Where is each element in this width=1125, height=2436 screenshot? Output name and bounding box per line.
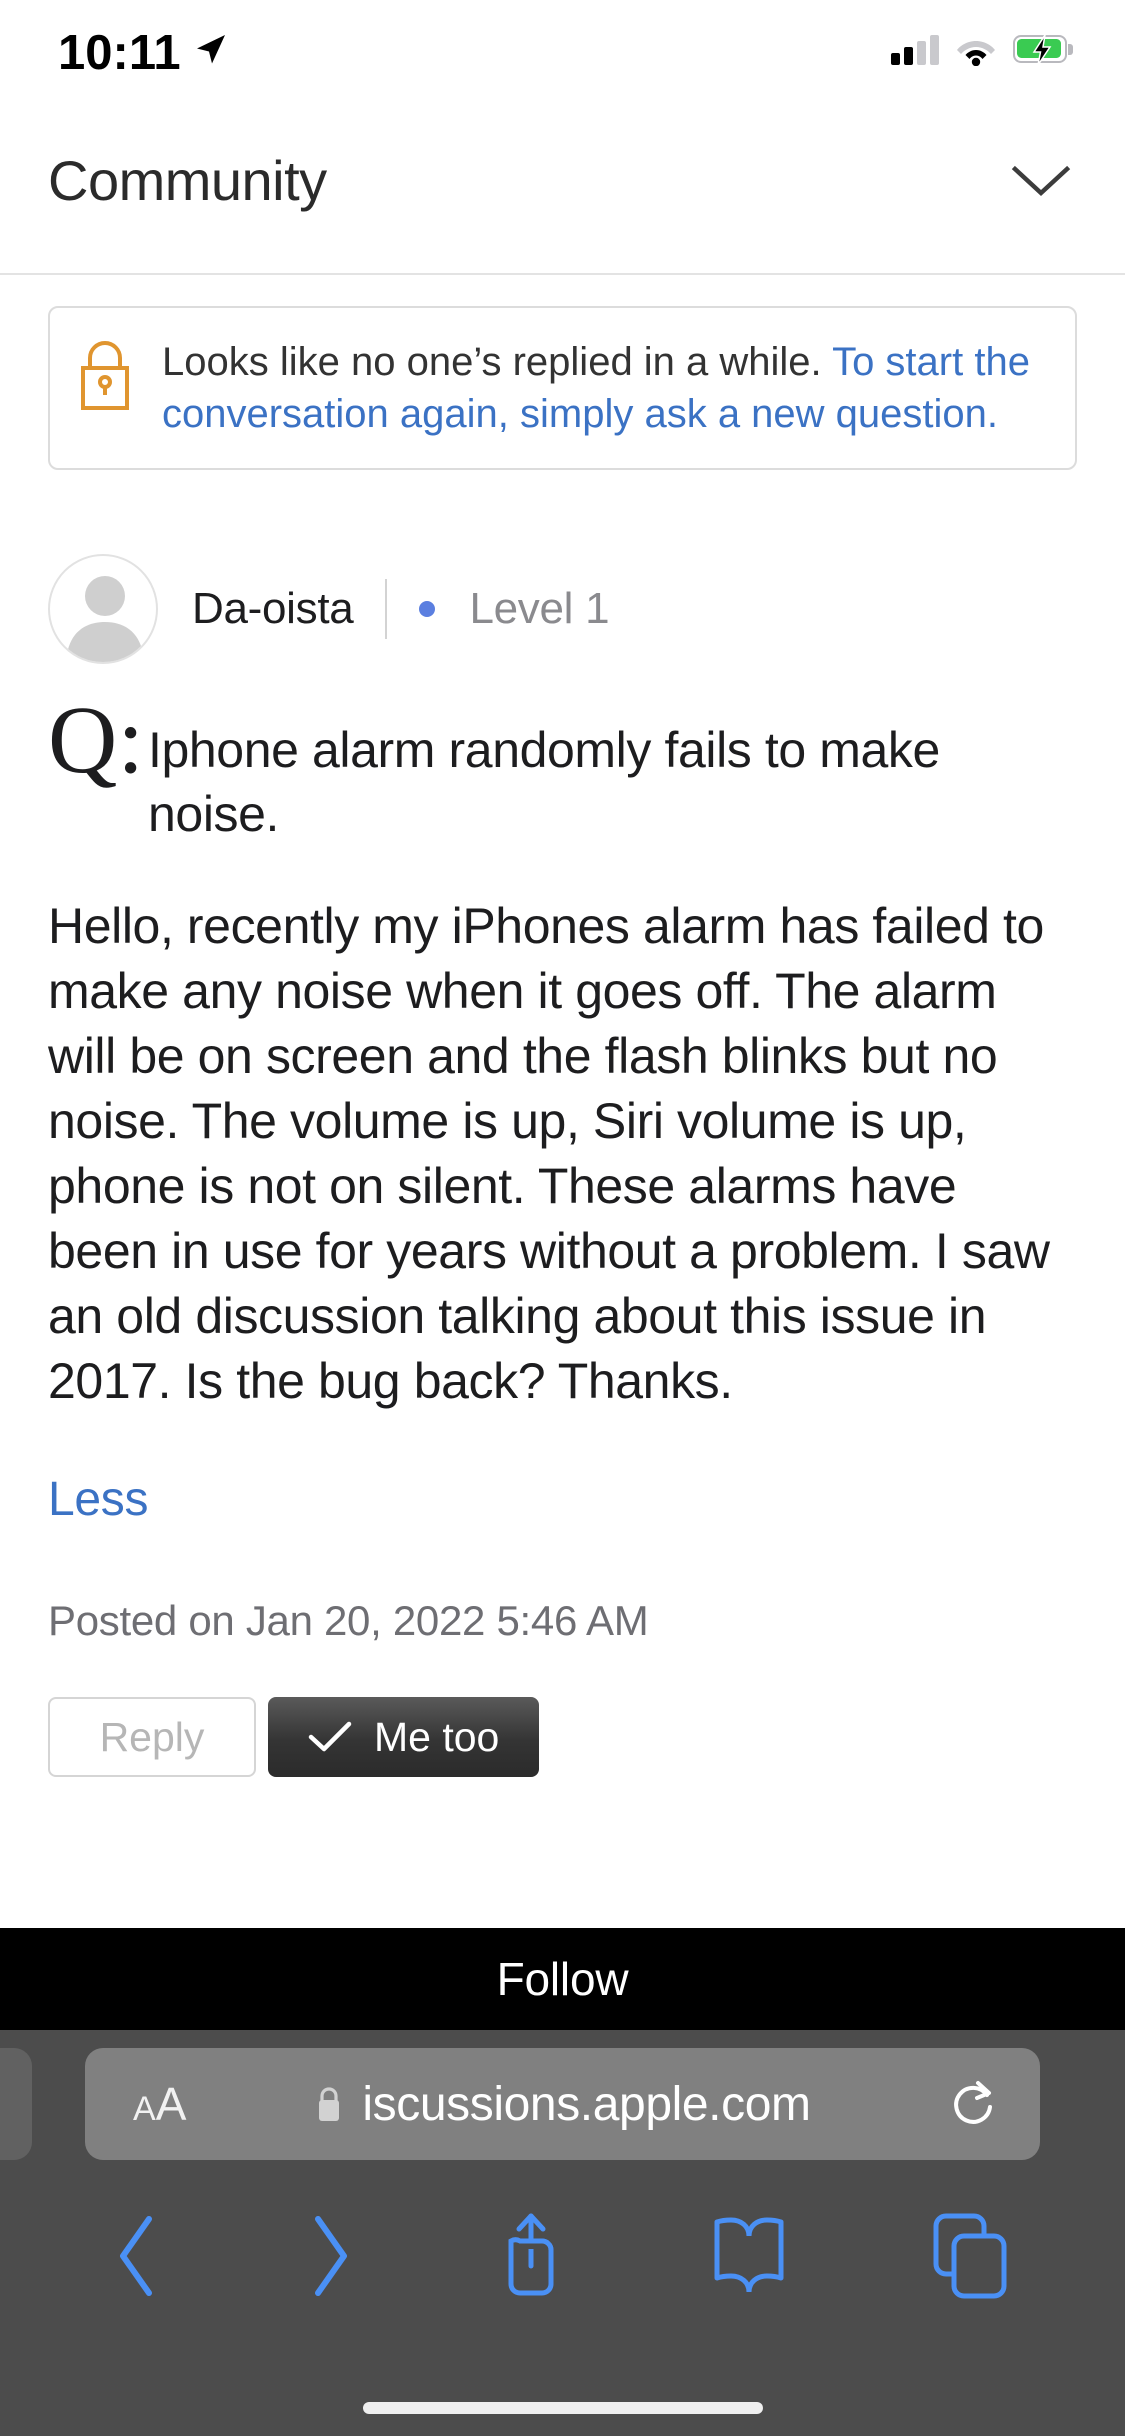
home-indicator bbox=[362, 2402, 763, 2414]
location-arrow-icon bbox=[196, 35, 225, 64]
notice-text: Looks like no one’s replied in a while. … bbox=[162, 334, 1049, 440]
text-size-large-a: A bbox=[155, 2078, 187, 2130]
url-text: iscussions.apple.com bbox=[362, 2077, 811, 2131]
lock-icon bbox=[81, 341, 129, 410]
level-dot-icon bbox=[419, 601, 436, 617]
expand-toggle-wrap: Less bbox=[0, 1414, 1125, 1527]
status-bar-right bbox=[891, 22, 1073, 66]
chevron-left-icon bbox=[119, 2216, 152, 2296]
url-bar-row: AA iscussions.apple.com bbox=[0, 2048, 1125, 2160]
author-level: Level 1 bbox=[469, 584, 610, 633]
reload-icon[interactable] bbox=[950, 2079, 996, 2129]
battery-charging-icon bbox=[1013, 35, 1073, 65]
reply-button[interactable]: Reply bbox=[48, 1697, 256, 1777]
follow-label: Follow bbox=[496, 1953, 629, 2005]
author-separator bbox=[385, 579, 388, 639]
locked-thread-notice: Looks like no one’s replied in a while. … bbox=[48, 306, 1077, 470]
question-prefix: Q: bbox=[48, 686, 144, 793]
status-bar-left: 10:11 bbox=[58, 11, 227, 78]
text-size-aa-icon[interactable]: AA bbox=[133, 2077, 186, 2131]
post-actions: Reply Me too bbox=[48, 1697, 1125, 1777]
tabs-icon bbox=[933, 2213, 1007, 2299]
url-center: iscussions.apple.com bbox=[85, 2077, 1040, 2132]
me-too-label: Me too bbox=[374, 1713, 500, 1760]
question-body: Hello, recently my iPhones alarm has fai… bbox=[48, 898, 1050, 1409]
text-size-small-a: A bbox=[133, 2090, 156, 2128]
bookmarks-button[interactable] bbox=[707, 2214, 791, 2298]
page-title: Community bbox=[48, 149, 327, 212]
author-name[interactable]: Da-oista bbox=[192, 584, 354, 634]
default-user-avatar-icon bbox=[66, 576, 144, 662]
follow-bar[interactable]: Follow bbox=[0, 1928, 1125, 2030]
forward-button[interactable] bbox=[302, 2213, 356, 2299]
chevron-right-icon bbox=[315, 2216, 348, 2296]
lock-icon bbox=[319, 2087, 340, 2121]
book-icon bbox=[714, 2217, 784, 2293]
me-too-button[interactable]: Me too bbox=[268, 1697, 540, 1777]
safari-toolbar: AA iscussions.apple.com bbox=[0, 2030, 1125, 2436]
status-time: 10:11 bbox=[58, 25, 181, 80]
share-button[interactable] bbox=[493, 2208, 569, 2304]
status-bar: 10:11 bbox=[0, 0, 1125, 88]
avatar[interactable] bbox=[48, 554, 158, 664]
checkmark-icon bbox=[308, 1721, 352, 1752]
author-row: Da-oista Level 1 bbox=[48, 554, 1125, 664]
thread-content: Looks like no one’s replied in a while. … bbox=[0, 277, 1125, 1777]
page-header: Community bbox=[0, 88, 1125, 275]
cellular-signal-icon bbox=[891, 35, 939, 65]
less-link[interactable]: Less bbox=[48, 1472, 149, 1527]
share-icon bbox=[508, 2213, 554, 2296]
chevron-down-icon[interactable] bbox=[1009, 161, 1073, 201]
phone-screen: 10:11 Community Looks like no one’s repl… bbox=[0, 0, 1125, 2436]
posted-timestamp: Posted on Jan 20, 2022 5:46 AM bbox=[48, 1597, 649, 1644]
browser-nav-icons bbox=[0, 2196, 1125, 2316]
question-title-block: Q: Iphone alarm randomly fails to make n… bbox=[48, 691, 1077, 846]
tabs-button[interactable] bbox=[928, 2210, 1014, 2302]
charging-bolt-icon bbox=[1032, 35, 1052, 65]
question-title: Iphone alarm randomly fails to make nois… bbox=[148, 722, 940, 842]
notice-plain-text: Looks like no one’s replied in a while. bbox=[162, 340, 822, 384]
url-bar[interactable]: AA iscussions.apple.com bbox=[85, 2048, 1040, 2160]
back-button[interactable] bbox=[111, 2213, 165, 2299]
wifi-icon bbox=[957, 41, 995, 66]
